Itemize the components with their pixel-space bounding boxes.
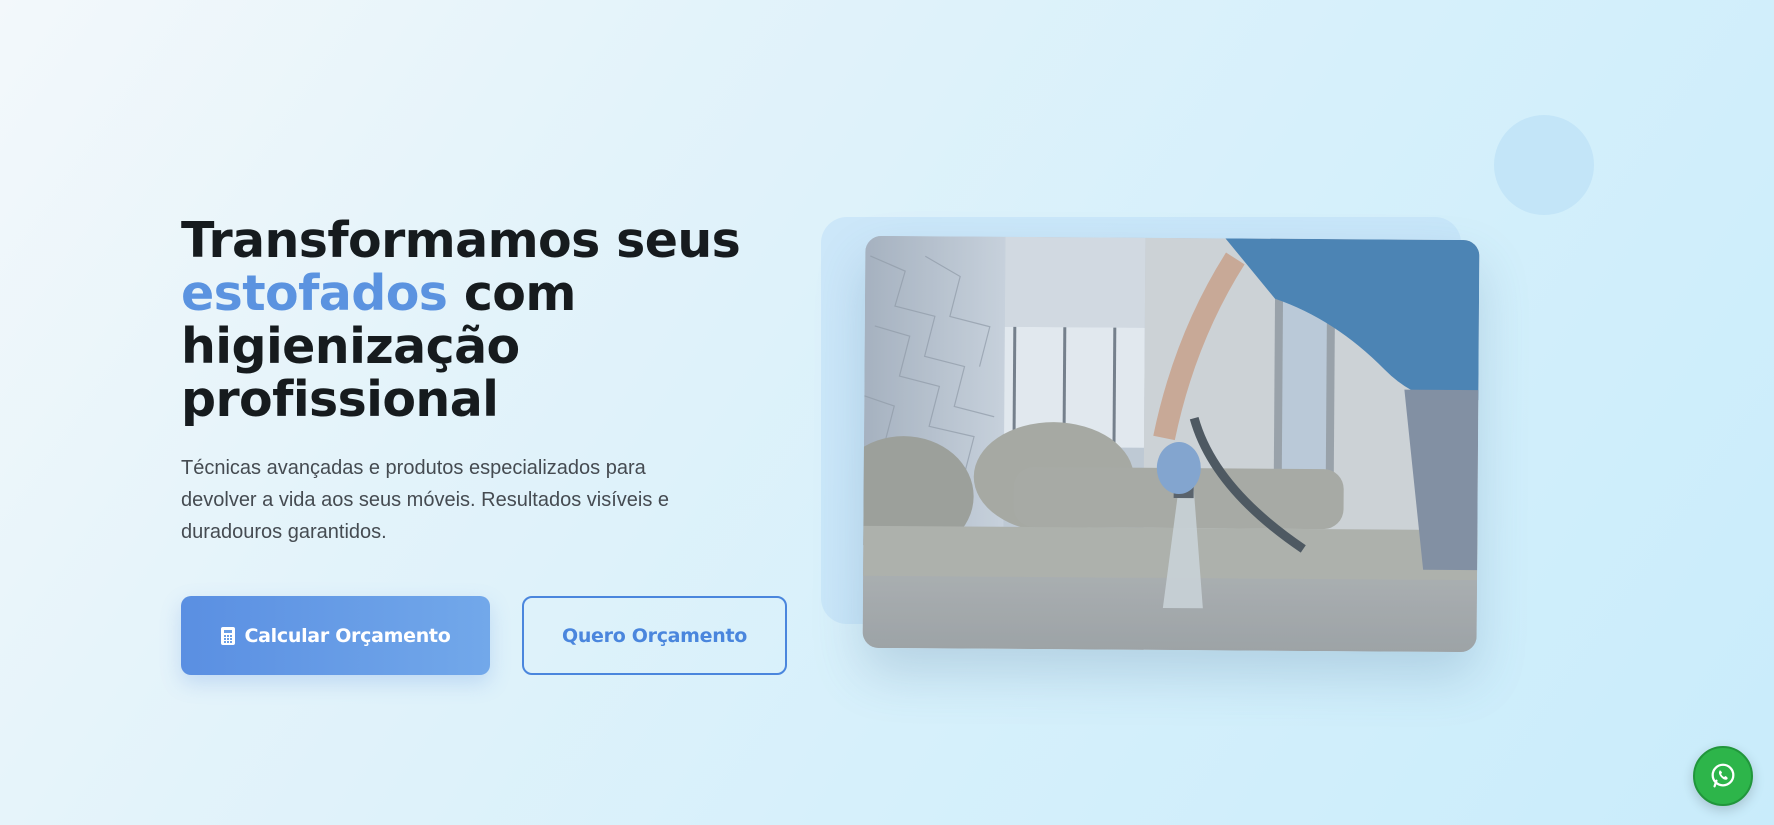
hero-subtitle: Técnicas avançadas e produtos especializ… (181, 457, 670, 543)
hero-headline: Transformamos seus estofados com higieni… (181, 214, 741, 426)
request-quote-label: Quero Orçamento (561, 624, 748, 647)
hero-section: Transformamos seus estofados com higieni… (0, 0, 1774, 825)
sofa-cleaning-illustration (862, 235, 1480, 653)
whatsapp-icon (1711, 763, 1735, 788)
calculate-quote-button[interactable]: Calcular Orçamento (181, 596, 490, 675)
calculator-icon (220, 626, 235, 645)
headline-accent: estofados (181, 265, 448, 322)
decorative-circle (1494, 115, 1594, 215)
calculate-quote-label: Calcular Orçamento (244, 624, 451, 647)
whatsapp-button[interactable] (1693, 746, 1753, 806)
request-quote-button[interactable]: Quero Orçamento (522, 596, 787, 675)
headline-text-1: Transformamos seus (181, 212, 741, 269)
hero-image (862, 235, 1480, 653)
